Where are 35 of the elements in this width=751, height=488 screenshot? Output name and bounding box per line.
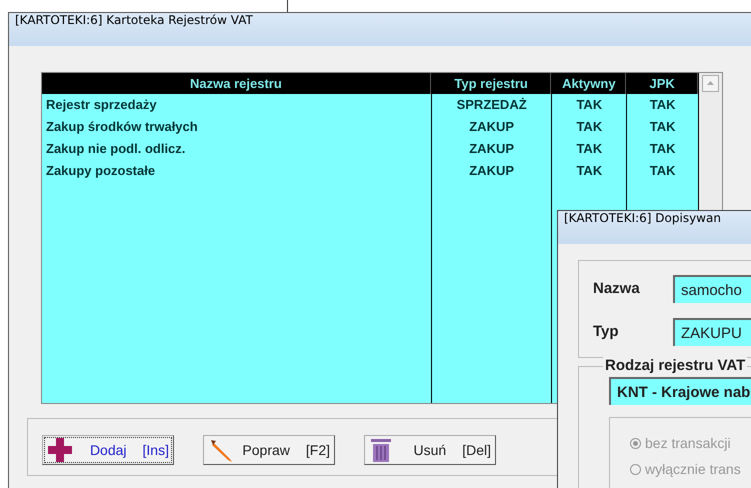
table-cell-text: SPRZEDAŻ bbox=[456, 96, 528, 114]
toolbar-button[interactable]: Popraw [F2] bbox=[203, 435, 335, 465]
table-cell-text: TAK bbox=[648, 162, 676, 180]
table-cell-text: TAK bbox=[648, 140, 676, 158]
table-cell-text: ZAKUP bbox=[468, 118, 516, 136]
column-header[interactable]: Aktywny bbox=[552, 73, 626, 94]
table-cell-text: Zakup środków trwałych bbox=[45, 118, 199, 136]
dialog-title: [KARTOTEKI:6] Dopisywan bbox=[558, 211, 751, 244]
table-cell-text: TAK bbox=[648, 118, 676, 136]
plus-icon bbox=[47, 437, 73, 463]
pencil-icon bbox=[208, 437, 234, 463]
table-cell-text: TAK bbox=[575, 118, 604, 136]
trash-icon bbox=[369, 437, 393, 463]
input-field[interactable]: samocho bbox=[673, 274, 751, 302]
field-label: Nazwa bbox=[593, 280, 641, 297]
table-cell-text: Zakupy pozostałe bbox=[45, 162, 156, 180]
toolbar-button[interactable]: Dodaj [Ins] bbox=[42, 435, 174, 465]
table-cell-text: Zakup nie podl. odlicz. bbox=[45, 140, 186, 158]
scroll-up-icon[interactable] bbox=[702, 75, 720, 92]
table-cell-text: TAK bbox=[575, 96, 604, 114]
field-label: Typ bbox=[593, 323, 620, 340]
input-field[interactable]: ZAKUPU bbox=[673, 318, 751, 346]
column-header[interactable]: Typ rejestru bbox=[432, 73, 552, 94]
column-header[interactable]: Nazwa rejestru bbox=[42, 73, 431, 94]
table-cell-text: ZAKUP bbox=[468, 162, 516, 180]
table-cell-text: TAK bbox=[575, 140, 604, 158]
column-header[interactable]: JPK bbox=[627, 73, 698, 94]
table-cell-text: TAK bbox=[648, 96, 676, 114]
table-cell-text: TAK bbox=[575, 162, 604, 180]
table-cell-text: ZAKUP bbox=[468, 140, 516, 158]
toolbar-button[interactable]: Usuń [Del] bbox=[364, 435, 496, 465]
group-legend: Rodzaj rejestru VAT bbox=[603, 357, 748, 374]
table-cell-text: Rejestr sprzedaży bbox=[45, 96, 158, 114]
dropdown-field[interactable]: KNT - Krajowe nab bbox=[609, 377, 751, 405]
window-title: [KARTOTEKI:6] Kartoteka Rejestrów VAT bbox=[9, 13, 751, 46]
